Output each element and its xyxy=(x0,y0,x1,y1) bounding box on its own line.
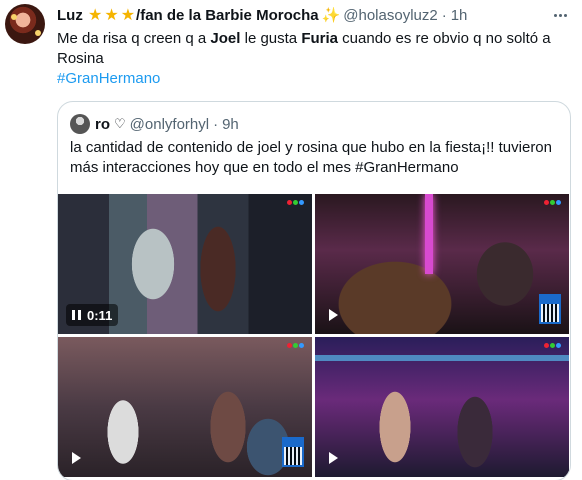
quoted-timestamp: 9h xyxy=(222,115,239,133)
play-icon[interactable] xyxy=(321,447,343,469)
heart-icon: ♡ xyxy=(114,116,126,131)
author-avatar[interactable] xyxy=(5,4,45,44)
quoted-text: la cantidad de contenido de joel y rosin… xyxy=(70,139,552,176)
separator-dot: · xyxy=(441,6,447,24)
video-thumbnail-2[interactable] xyxy=(315,194,569,334)
more-options-icon[interactable] xyxy=(548,5,572,25)
author-name-prefix: Luz xyxy=(57,7,83,24)
quoted-avatar xyxy=(70,114,90,134)
quoted-author-handle: @onlyforhyl xyxy=(129,115,210,133)
tweet[interactable]: Luz ★ ★ ★/fan de la Barbie Morocha ✨ @holas… xyxy=(0,0,582,480)
channel-logo-icon xyxy=(544,343,561,349)
play-icon[interactable] xyxy=(321,304,343,326)
hashtag-link[interactable]: #GranHermano xyxy=(57,69,160,89)
video-thumbnail-3[interactable] xyxy=(58,337,312,477)
video-thumbnail-4[interactable] xyxy=(315,337,569,477)
tweet-text: Me da risa q creen q a Joel le gusta Fur… xyxy=(57,29,567,69)
tweet-text-part: Me da risa q creen q a xyxy=(57,30,211,47)
video-controls[interactable]: 0:11 xyxy=(66,304,119,326)
pause-icon[interactable] xyxy=(72,310,81,320)
quoted-tweet[interactable]: ro ♡ @onlyforhyl · 9h la cantidad de con… xyxy=(57,101,571,480)
star-icon: ★ xyxy=(104,7,119,24)
tweet-text-part: le gusta xyxy=(240,30,302,47)
quoted-header: ro ♡ @onlyforhyl · 9h xyxy=(70,114,239,134)
quoted-author-name: ro xyxy=(95,115,110,133)
play-icon[interactable] xyxy=(64,447,86,469)
sparkles-icon: ✨ xyxy=(321,7,341,24)
mention-joel: Joel xyxy=(210,30,241,47)
mention-furia: Furia xyxy=(301,30,338,47)
channel-logo-icon xyxy=(544,200,561,206)
video-timestamp: 0:11 xyxy=(87,307,113,323)
video-thumbnail-1[interactable]: 0:11 xyxy=(58,194,312,334)
star-icon: ★ xyxy=(120,7,136,24)
separator-dot: · xyxy=(213,115,219,133)
qr-code-icon xyxy=(282,437,304,467)
author-handle[interactable]: @holasoyluz2 xyxy=(343,7,437,24)
qr-code-icon xyxy=(539,294,561,324)
tweet-header: Luz ★ ★ ★/fan de la Barbie Morocha ✨ @holas… xyxy=(57,5,467,25)
channel-logo-icon xyxy=(287,200,304,206)
star-icon: ★ xyxy=(88,7,103,24)
tweet-timestamp[interactable]: 1h xyxy=(451,7,468,24)
author-name-suffix: /fan de la Barbie Morocha xyxy=(136,7,319,24)
author-name[interactable]: Luz ★ ★ ★/fan de la Barbie Morocha ✨ xyxy=(57,5,343,25)
channel-logo-icon xyxy=(287,343,304,349)
